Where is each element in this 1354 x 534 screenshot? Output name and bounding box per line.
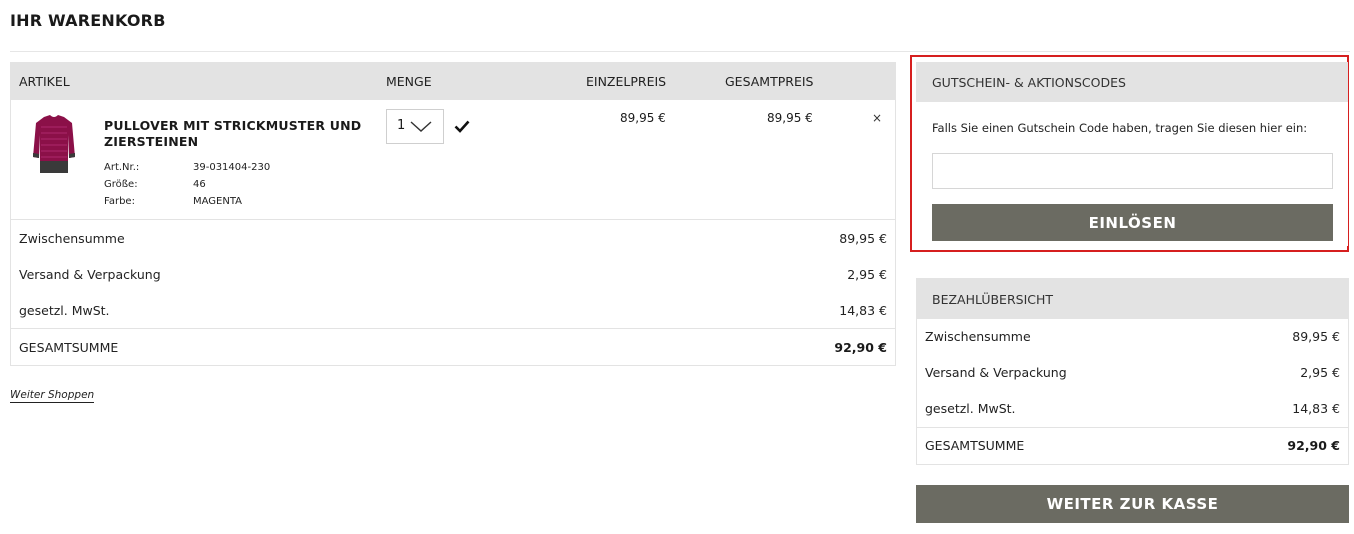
divider: [11, 328, 895, 329]
cart-table-header: ARTIKEL MENGE EINZELPREIS GESAMTPREIS: [11, 63, 895, 100]
redeem-button[interactable]: EINLÖSEN: [932, 204, 1333, 241]
payment-total-value: 92,90 €: [1287, 438, 1340, 453]
quantity-select[interactable]: 1: [386, 109, 444, 144]
payment-total-label: GESAMTSUMME: [925, 438, 1025, 453]
payment-value-subtotal: 89,95 €: [1292, 329, 1340, 344]
meta-label-groesse: Größe:: [104, 179, 138, 190]
payment-value-tax: 14,83 €: [1292, 401, 1340, 416]
item-total-price: 89,95 €: [767, 111, 813, 125]
payment-value-shipping: 2,95 €: [1300, 365, 1340, 380]
header-artikel: ARTIKEL: [19, 74, 70, 89]
header-einzelpreis: EINZELPREIS: [586, 74, 667, 89]
meta-label-farbe: Farbe:: [104, 196, 135, 207]
summary-value-subtotal: 89,95 €: [839, 231, 887, 246]
cart-table: ARTIKEL MENGE EINZELPREIS GESAMTPREIS PU…: [10, 62, 896, 366]
product-image[interactable]: [28, 113, 80, 175]
meta-label-artnr: Art.Nr.:: [104, 162, 140, 173]
coupon-title: GUTSCHEIN- & AKTIONSCODES: [932, 75, 1126, 90]
page-title: IHR WARENKORB: [10, 11, 166, 30]
payment-label-tax: gesetzl. MwSt.: [925, 401, 1016, 416]
payment-overview: BEZAHLÜBERSICHT Zwischensumme 89,95 € Ve…: [916, 278, 1349, 465]
meta-value-farbe: MAGENTA: [193, 196, 243, 207]
summary-label-subtotal: Zwischensumme: [19, 231, 125, 246]
payment-label-shipping: Versand & Verpackung: [925, 365, 1067, 380]
coupon-header: GUTSCHEIN- & AKTIONSCODES: [916, 62, 1348, 102]
product-name[interactable]: PULLOVER MIT STRICKMUSTER UND ZIERSTEINE…: [104, 118, 379, 150]
summary-label-tax: gesetzl. MwSt.: [19, 303, 110, 318]
divider: [917, 427, 1348, 428]
payment-header: BEZAHLÜBERSICHT: [917, 279, 1348, 319]
summary-value-tax: 14,83 €: [839, 303, 887, 318]
payment-label-subtotal: Zwischensumme: [925, 329, 1031, 344]
continue-shopping-link[interactable]: Weiter Shoppen: [10, 389, 95, 403]
checkmark-icon[interactable]: [454, 120, 470, 133]
payment-title: BEZAHLÜBERSICHT: [932, 292, 1054, 307]
chevron-down-icon: [410, 121, 432, 132]
item-unit-price: 89,95 €: [620, 111, 666, 125]
checkout-button[interactable]: WEITER ZUR KASSE: [916, 485, 1349, 523]
meta-value-groesse: 46: [193, 179, 206, 190]
summary-value-shipping: 2,95 €: [847, 267, 887, 282]
title-divider: [10, 51, 1350, 52]
coupon-code-input[interactable]: [932, 153, 1333, 189]
total-label: GESAMTSUMME: [19, 340, 119, 355]
close-icon[interactable]: ×: [872, 111, 882, 125]
meta-value-artnr: 39-031404-230: [193, 162, 271, 173]
header-menge: MENGE: [386, 74, 432, 89]
quantity-value: 1: [397, 118, 406, 133]
coupon-panel: GUTSCHEIN- & AKTIONSCODES Falls Sie eine…: [916, 62, 1348, 246]
divider: [11, 219, 895, 220]
total-value: 92,90 €: [834, 340, 887, 355]
header-gesamtpreis: GESAMTPREIS: [725, 74, 814, 89]
summary-label-shipping: Versand & Verpackung: [19, 267, 161, 282]
coupon-hint: Falls Sie einen Gutschein Code haben, tr…: [932, 121, 1308, 135]
